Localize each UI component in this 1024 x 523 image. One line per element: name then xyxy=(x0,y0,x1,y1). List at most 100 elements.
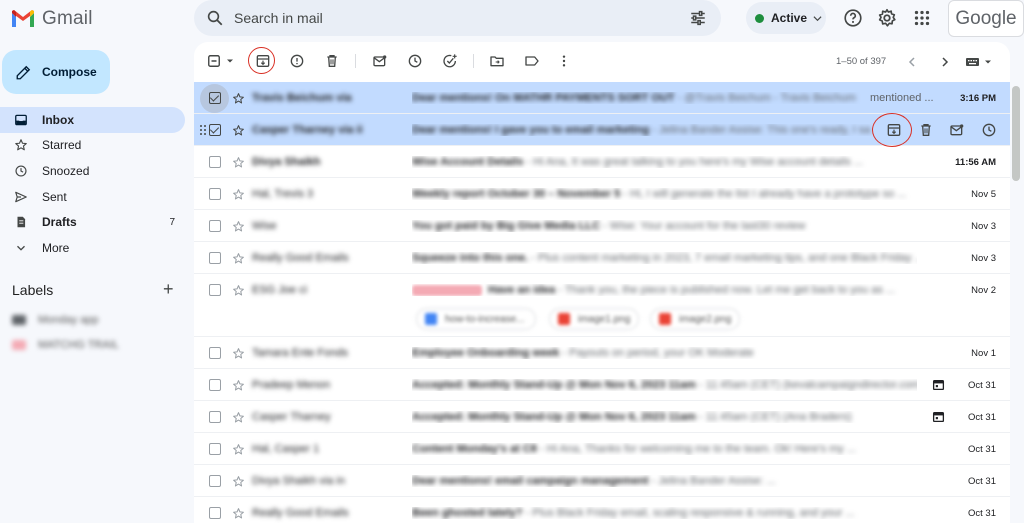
star-icon[interactable] xyxy=(232,379,245,392)
mark-as-unread-icon[interactable] xyxy=(372,53,388,69)
email-preview: Been ghosted lately? - Plus Black Friday… xyxy=(412,507,917,519)
email-preview: Weekly report October 30 – November 5 - … xyxy=(412,188,917,200)
sidebar-item-starred[interactable]: Starred xyxy=(0,133,185,159)
email-row[interactable]: Pradeep Menon Accepted: Monthly Stand-Up… xyxy=(194,369,1010,401)
compose-button[interactable]: Compose xyxy=(2,50,110,94)
sidebar-item-more[interactable]: More xyxy=(0,235,185,261)
star-icon[interactable] xyxy=(232,220,245,233)
next-page-icon[interactable] xyxy=(939,56,951,68)
select-all-checkbox[interactable] xyxy=(208,55,220,67)
move-to-folder-icon[interactable] xyxy=(489,53,505,69)
add-to-tasks-icon[interactable] xyxy=(442,53,458,69)
scrollbar[interactable] xyxy=(1012,86,1020,181)
star-icon[interactable] xyxy=(232,188,245,201)
search-bar[interactable]: Search in mail xyxy=(194,0,721,36)
star-icon[interactable] xyxy=(232,92,245,105)
google-account-button[interactable]: Google xyxy=(948,0,1024,37)
row-checkbox[interactable] xyxy=(209,124,221,136)
mark-as-unread-icon[interactable] xyxy=(949,122,965,138)
email-row[interactable]: Divya Shaikh Wise Account Details - Hi A… xyxy=(194,146,1010,178)
email-row[interactable]: Hal, Casper 1 Content Monday's at C8 - H… xyxy=(194,433,1010,465)
row-checkbox[interactable] xyxy=(209,475,221,487)
email-date: Oct 31 xyxy=(968,444,996,455)
apps-grid-icon[interactable] xyxy=(911,7,933,29)
add-label-icon[interactable]: + xyxy=(163,280,174,298)
email-date: Nov 2 xyxy=(971,285,996,296)
star-icon[interactable] xyxy=(232,507,245,520)
star-icon[interactable] xyxy=(232,284,245,297)
star-icon[interactable] xyxy=(232,124,245,137)
row-checkbox[interactable] xyxy=(209,347,221,359)
attachment-name: image2.png xyxy=(679,313,732,325)
gmail-logo[interactable]: Gmail xyxy=(10,8,93,30)
email-row[interactable]: Casper Tharney Accepted: Monthly Stand-U… xyxy=(194,401,1010,433)
settings-gear-icon[interactable] xyxy=(876,7,898,29)
email-row[interactable]: ESG Joe ci Have an idea - Thank you, the… xyxy=(194,274,1010,337)
row-checkbox[interactable] xyxy=(209,92,221,104)
more-options-icon[interactable] xyxy=(556,53,572,69)
delete-trash-icon[interactable] xyxy=(324,53,340,69)
drag-handle-icon[interactable] xyxy=(199,124,207,136)
star-icon[interactable] xyxy=(232,252,245,265)
image-icon xyxy=(659,313,671,325)
calendar-event-icon[interactable] xyxy=(932,378,945,391)
email-row[interactable]: Wise You got paid by Big Give Media LLC … xyxy=(194,210,1010,242)
row-checkbox[interactable] xyxy=(209,188,221,200)
report-spam-icon[interactable] xyxy=(289,53,305,69)
star-icon[interactable] xyxy=(232,475,245,488)
attachment-chip[interactable]: image1.png xyxy=(549,308,639,330)
email-row[interactable]: Divya Shaikh via in Dear mentions! email… xyxy=(194,465,1010,497)
email-preview: Wise Account Details - Hi Ana, It was gr… xyxy=(412,156,917,168)
row-checkbox[interactable] xyxy=(209,252,221,264)
sidebar-item-drafts[interactable]: Drafts 7 xyxy=(0,209,185,235)
email-row[interactable]: Hal, Trevis 3 Weekly report October 30 –… xyxy=(194,178,1010,210)
snooze-clock-icon[interactable] xyxy=(981,122,997,138)
checkmark-icon xyxy=(209,92,220,102)
calendar-event-icon[interactable] xyxy=(932,410,945,423)
email-row[interactable]: Casper Tharney via ii Dear mentions! I g… xyxy=(194,113,1010,147)
email-row[interactable]: Travis Beichum via Dear mentions! On MAT… xyxy=(194,82,1010,114)
google-brand-text: Google xyxy=(955,7,1017,29)
select-dropdown-icon[interactable] xyxy=(226,57,234,65)
archive-icon[interactable] xyxy=(255,53,271,69)
label-tag-icon[interactable] xyxy=(524,53,540,69)
label-item[interactable]: Monday app xyxy=(12,312,99,328)
sidebar-item-sent[interactable]: Sent xyxy=(0,184,185,210)
row-checkbox[interactable] xyxy=(209,284,221,296)
delete-trash-icon[interactable] xyxy=(918,122,934,138)
row-checkbox[interactable] xyxy=(209,507,221,519)
email-preview: Squeeze into this one. - Plus content ma… xyxy=(412,252,917,264)
snooze-clock-icon[interactable] xyxy=(407,53,423,69)
attachment-chip[interactable]: how-to-increase... xyxy=(416,308,536,330)
email-snippet: - 11:45am (CET) (kevalcampaigndirector.c… xyxy=(695,379,917,391)
star-icon[interactable] xyxy=(232,411,245,424)
status-selector[interactable]: Active xyxy=(746,2,826,34)
app-name: Gmail xyxy=(42,8,93,29)
row-checkbox[interactable] xyxy=(209,379,221,391)
keyboard-dropdown-icon[interactable] xyxy=(984,58,992,66)
sidebar-item-snoozed[interactable]: Snoozed xyxy=(0,158,185,184)
search-icon[interactable] xyxy=(206,9,224,27)
sidebar-item-inbox[interactable]: Inbox xyxy=(0,107,185,133)
attachment-chip[interactable]: image2.png xyxy=(650,308,740,330)
email-row[interactable]: Really Good Emails Squeeze into this one… xyxy=(194,242,1010,274)
star-icon[interactable] xyxy=(232,347,245,360)
email-row[interactable]: Tamara Ente Fonds Employee Onboarding we… xyxy=(194,337,1010,369)
star-icon[interactable] xyxy=(232,443,245,456)
star-icon[interactable] xyxy=(232,156,245,169)
row-checkbox[interactable] xyxy=(209,411,221,423)
archive-icon[interactable] xyxy=(886,122,902,138)
email-subject: Accepted: Monthly Stand-Up @ Mon Nov 6, … xyxy=(412,411,696,423)
help-icon[interactable] xyxy=(842,7,864,29)
label-item[interactable]: MATCHG TRAIL xyxy=(12,337,119,353)
search-options-icon[interactable] xyxy=(689,9,707,27)
drafts-count: 7 xyxy=(169,216,175,228)
previous-page-icon[interactable] xyxy=(906,56,918,68)
input-tools-keyboard-icon[interactable] xyxy=(965,56,981,68)
email-row[interactable]: Really Good Emails Been ghosted lately? … xyxy=(194,497,1010,523)
row-checkbox[interactable] xyxy=(209,156,221,168)
email-snippet: - @Travis Beichum - Travis Beichum xyxy=(674,92,856,104)
search-input[interactable]: Search in mail xyxy=(234,10,323,26)
row-checkbox[interactable] xyxy=(209,220,221,232)
row-checkbox[interactable] xyxy=(209,443,221,455)
